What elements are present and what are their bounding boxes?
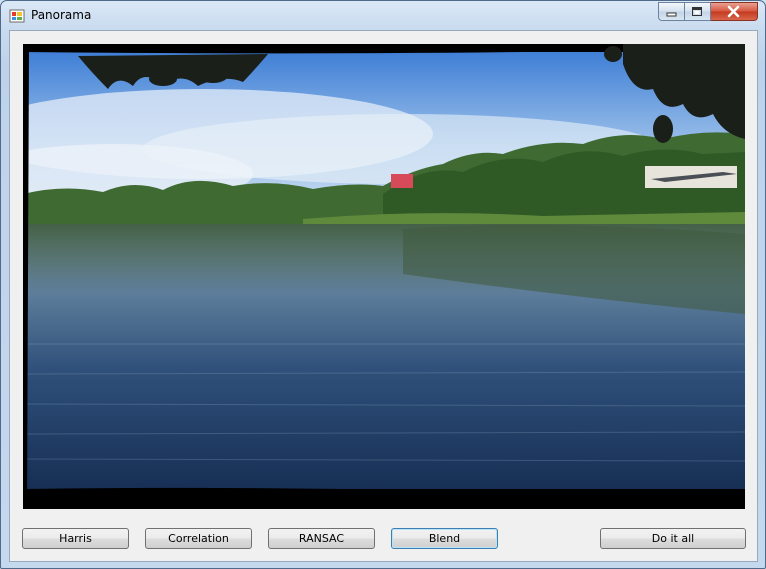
close-button[interactable]: [711, 2, 758, 21]
window-title: Panorama: [31, 8, 92, 22]
app-window-icon[interactable]: [9, 8, 25, 24]
harris-button[interactable]: Harris: [22, 528, 129, 549]
correlation-button[interactable]: Correlation: [145, 528, 252, 549]
minimize-button[interactable]: [658, 2, 685, 21]
ransac-button[interactable]: RANSAC: [268, 528, 375, 549]
do-it-all-button[interactable]: Do it all: [600, 528, 746, 549]
minimize-icon: [666, 12, 677, 17]
blend-button[interactable]: Blend: [391, 528, 498, 549]
panorama-image: [23, 44, 745, 509]
maximize-icon: [692, 7, 702, 16]
app-window: Panorama Harris Correlation RANSAC Blend…: [0, 0, 766, 569]
close-icon: [727, 5, 740, 18]
panorama-picture-box: [23, 44, 745, 509]
title-bar[interactable]: Panorama: [1, 1, 765, 30]
maximize-button[interactable]: [685, 2, 711, 21]
client-area: Harris Correlation RANSAC Blend Do it al…: [9, 30, 758, 562]
